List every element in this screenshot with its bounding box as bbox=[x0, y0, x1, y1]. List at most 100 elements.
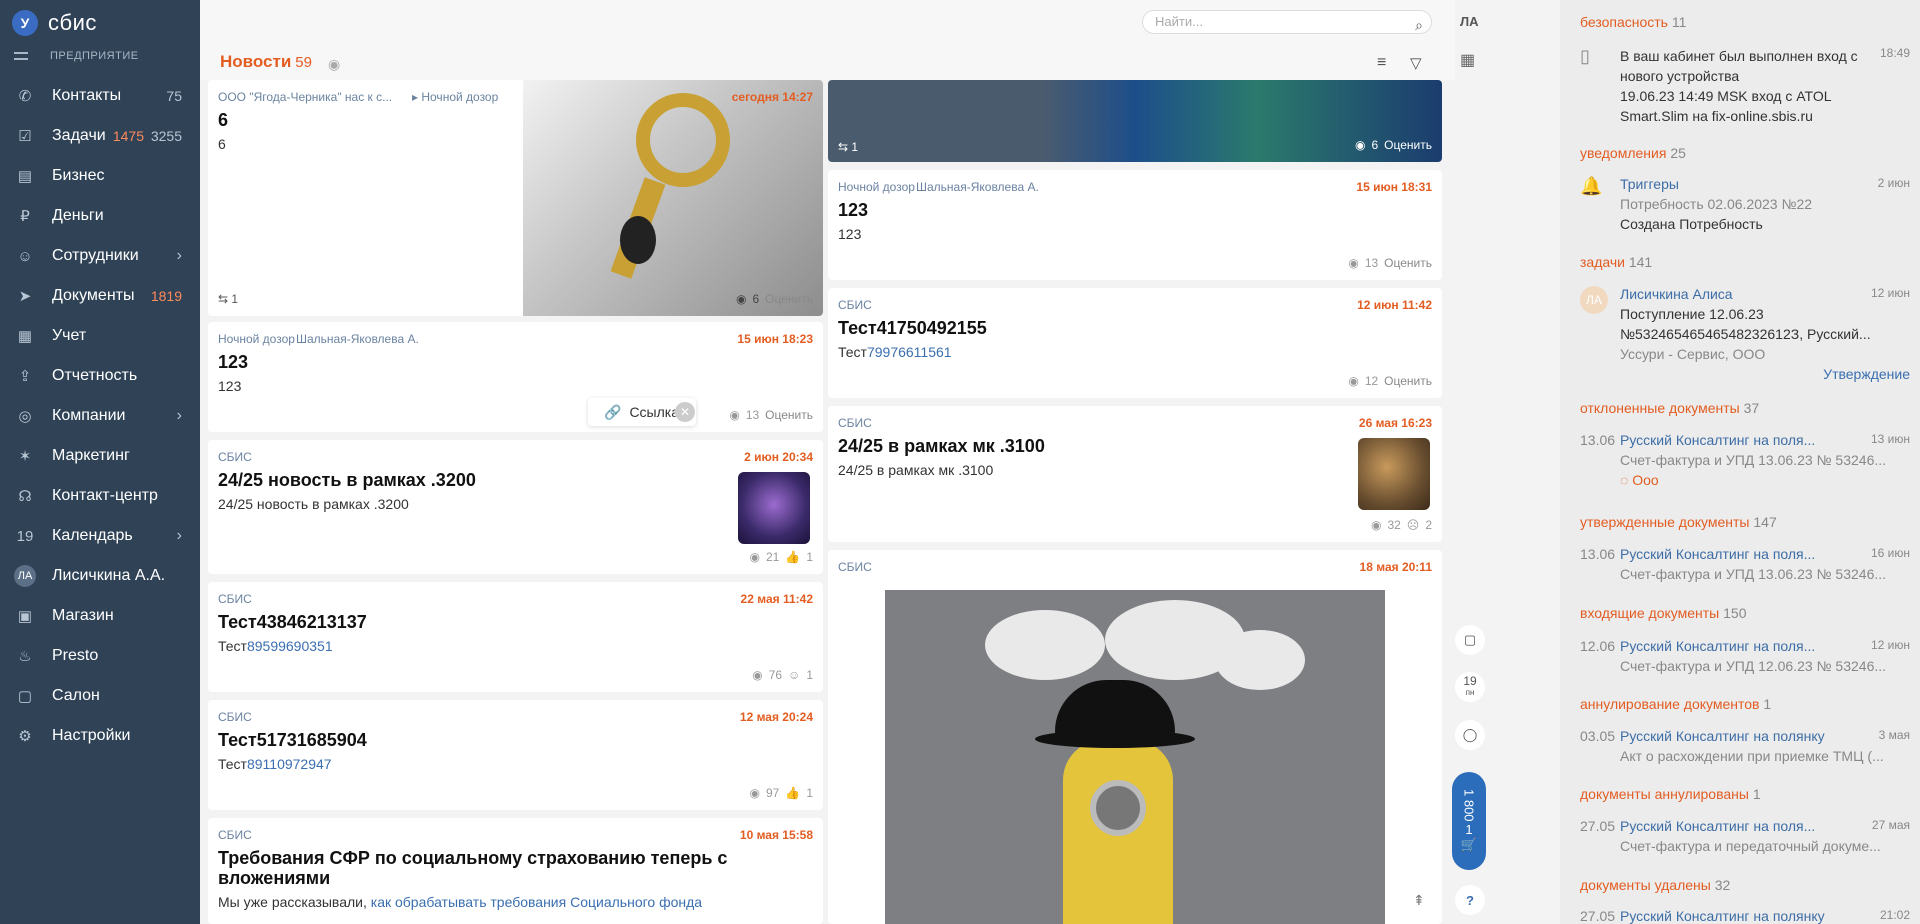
rate-button[interactable]: Оценить bbox=[1384, 256, 1432, 270]
card-source[interactable]: СБИС bbox=[218, 710, 252, 724]
article-link[interactable]: как обрабатывать требования Социального … bbox=[371, 894, 702, 910]
card-source[interactable]: ООО "Ягода-Черника" нас к с... bbox=[218, 90, 392, 104]
nav-item-settings[interactable]: ⚙ Настройки bbox=[0, 716, 200, 756]
nav-item-calendar[interactable]: 19 Календарь › bbox=[0, 516, 200, 556]
news-card[interactable]: СБИС 12 мая 20:24 Тест51731685904 Тест89… bbox=[208, 700, 823, 810]
section-tasks[interactable]: задачи 141 bbox=[1580, 254, 1652, 270]
nav-item-reports[interactable]: ⇪ Отчетность bbox=[0, 356, 200, 396]
nav-item-business[interactable]: ▤ Бизнес bbox=[0, 156, 200, 196]
card-title[interactable]: Тест41750492155 bbox=[838, 318, 987, 339]
card-title[interactable]: 24/25 в рамках мк .3100 bbox=[838, 436, 1045, 457]
note-icon[interactable]: ▢ bbox=[1455, 625, 1485, 655]
news-card[interactable]: ⇆ 1 ◉ 6 Оценить bbox=[828, 80, 1442, 162]
card-title[interactable]: 123 bbox=[218, 352, 248, 373]
card-source[interactable]: СБИС bbox=[838, 560, 872, 574]
rate-button[interactable]: Оценить bbox=[1384, 138, 1432, 152]
section-notifications[interactable]: уведомления 25 bbox=[1580, 145, 1686, 161]
card-source-2[interactable]: ▸ Ночной дозор bbox=[412, 90, 498, 104]
rate-button[interactable]: Оценить bbox=[1384, 374, 1432, 388]
section-approved[interactable]: утвержденные документы 147 bbox=[1580, 514, 1777, 530]
news-card[interactable]: Ночной дозор Шальная-Яковлева А. 15 июн … bbox=[828, 170, 1442, 280]
event-item[interactable]: 27.05 Русский Консалтинг на полянку 21:0… bbox=[1580, 908, 1910, 924]
card-title[interactable]: Требования СФР по социальному страховани… bbox=[218, 848, 738, 888]
close-icon[interactable]: ✕ bbox=[675, 402, 695, 422]
card-title[interactable]: Тест43846213137 bbox=[218, 612, 367, 633]
card-author[interactable]: Шальная-Яковлева А. bbox=[296, 332, 419, 346]
approve-link[interactable]: Утверждение bbox=[1823, 366, 1910, 382]
card-title[interactable]: 123 bbox=[838, 200, 868, 221]
nav-item-shop[interactable]: ▣ Магазин bbox=[0, 596, 200, 636]
section-annulled[interactable]: документы аннулированы 1 bbox=[1580, 786, 1761, 802]
nav-item-marketing[interactable]: ✶ Маркетинг bbox=[0, 436, 200, 476]
section-incoming[interactable]: входящие документы 150 bbox=[1580, 605, 1746, 621]
chevron-right-icon[interactable]: › bbox=[177, 407, 182, 425]
event-item[interactable]: 27.05 Русский Консалтинг на поля... Счет… bbox=[1580, 818, 1910, 858]
phone-link[interactable]: 79976611561 bbox=[867, 344, 952, 360]
event-item[interactable]: ЛА Лисичкина Алиса Поступление 12.06.23 … bbox=[1580, 286, 1910, 386]
nav-item-profile[interactable]: ЛА Лисичкина А.А. bbox=[0, 556, 200, 596]
card-author[interactable]: Шальная-Яковлева А. bbox=[916, 180, 1039, 194]
like-icon[interactable]: 👍 bbox=[785, 550, 800, 564]
nav-item-documents[interactable]: ➤ Документы 1819 bbox=[0, 276, 200, 316]
search-input[interactable]: Найти... ⌕ bbox=[1142, 10, 1432, 34]
news-card[interactable]: Ночной дозор Шальная-Яковлева А. 15 июн … bbox=[208, 322, 823, 432]
page-title[interactable]: Новости 59 bbox=[220, 52, 312, 72]
news-card[interactable]: СБИС 22 мая 11:42 Тест43846213137 Тест89… bbox=[208, 582, 823, 692]
minion-illustration[interactable] bbox=[885, 590, 1385, 924]
like-icon[interactable]: 👍 bbox=[785, 786, 800, 800]
repost-counter[interactable]: ⇆ 1 bbox=[218, 292, 238, 306]
eye-icon[interactable]: ◉ bbox=[328, 56, 340, 73]
nav-item-salon[interactable]: ▢ Салон bbox=[0, 676, 200, 716]
help-button[interactable]: ? bbox=[1455, 885, 1485, 915]
nav-item-companies[interactable]: ◎ Компании › bbox=[0, 396, 200, 436]
card-title[interactable]: 6 bbox=[218, 110, 228, 131]
news-card[interactable]: СБИС 26 мая 16:23 24/25 в рамках мк .310… bbox=[828, 406, 1442, 542]
list-view-icon[interactable]: ≡ bbox=[1377, 54, 1386, 72]
logo[interactable]: У сбис bbox=[12, 8, 97, 38]
news-card[interactable]: СБИС 12 июн 11:42 Тест41750492155 Тест79… bbox=[828, 288, 1442, 398]
card-source[interactable]: Ночной дозор bbox=[218, 332, 295, 346]
rate-button[interactable]: Оценить bbox=[765, 408, 813, 422]
cat-thumbnail[interactable] bbox=[1358, 438, 1430, 510]
news-card[interactable]: СБИС 2 июн 20:34 24/25 новость в рамках … bbox=[208, 440, 823, 574]
cat-thumbnail[interactable] bbox=[738, 472, 810, 544]
filter-icon[interactable]: ▽ bbox=[1410, 54, 1422, 72]
chevron-right-icon[interactable]: › bbox=[177, 527, 182, 545]
search-icon[interactable]: ⌕ bbox=[1415, 14, 1423, 36]
section-rejected[interactable]: отклоненные документы 37 bbox=[1580, 400, 1759, 416]
menu-icon[interactable] bbox=[14, 52, 28, 60]
card-title[interactable]: 24/25 новость в рамках .3200 bbox=[218, 470, 476, 491]
phone-link[interactable]: 89110972947 bbox=[247, 756, 332, 772]
apps-grid-icon[interactable]: ▦ bbox=[1460, 50, 1475, 70]
scroll-top-icon[interactable]: ⇞ bbox=[1413, 892, 1425, 909]
card-title[interactable]: Тест51731685904 bbox=[218, 730, 367, 751]
nav-item-accounting[interactable]: ▦ Учет bbox=[0, 316, 200, 356]
rate-button[interactable]: Оценить bbox=[765, 292, 813, 306]
news-card[interactable]: ООО "Ягода-Черника" нас к с... ▸ Ночной … bbox=[208, 80, 823, 316]
card-source[interactable]: СБИС bbox=[218, 450, 252, 464]
event-item[interactable]: 12.06 Русский Консалтинг на поля... Счет… bbox=[1580, 638, 1910, 678]
card-source[interactable]: СБИС bbox=[218, 592, 252, 606]
card-source[interactable]: СБИС bbox=[838, 298, 872, 312]
event-item[interactable]: 13.06 Русский Консалтинг на поля... Счет… bbox=[1580, 432, 1910, 492]
card-source[interactable]: СБИС bbox=[218, 828, 252, 842]
card-source[interactable]: СБИС bbox=[838, 416, 872, 430]
org-switcher[interactable]: ПРЕДПРИЯТИЕ bbox=[14, 50, 139, 62]
section-annulment[interactable]: аннулирование документов 1 bbox=[1580, 696, 1771, 712]
nav-item-contact-center[interactable]: ☊ Контакт-центр bbox=[0, 476, 200, 516]
section-security[interactable]: безопасность 11 bbox=[1580, 14, 1686, 30]
event-item[interactable]: 13.06 Русский Консалтинг на поля... Счет… bbox=[1580, 546, 1910, 586]
nav-item-contacts[interactable]: ✆ Контакты 75 bbox=[0, 76, 200, 116]
user-initials[interactable]: ЛА bbox=[1460, 14, 1479, 29]
section-deleted[interactable]: документы удалены 32 bbox=[1580, 877, 1730, 893]
chat-icon[interactable]: ◯ bbox=[1455, 720, 1485, 750]
cart-widget[interactable]: 1 800 1 🛒 bbox=[1452, 772, 1486, 870]
nav-item-presto[interactable]: ♨ Presto bbox=[0, 636, 200, 676]
nav-item-staff[interactable]: ☺ Сотрудники › bbox=[0, 236, 200, 276]
news-card[interactable]: СБИС 10 мая 15:58 Требования СФР по соци… bbox=[208, 818, 823, 924]
event-item[interactable]: ▯ В ваш кабинет был выполнен вход с ново… bbox=[1580, 46, 1910, 126]
reaction-icon[interactable]: ☹ bbox=[1407, 518, 1420, 532]
smile-icon[interactable]: ☺ bbox=[788, 668, 800, 682]
phone-link[interactable]: 89599690351 bbox=[247, 638, 333, 654]
card-source[interactable]: Ночной дозор bbox=[838, 180, 915, 194]
